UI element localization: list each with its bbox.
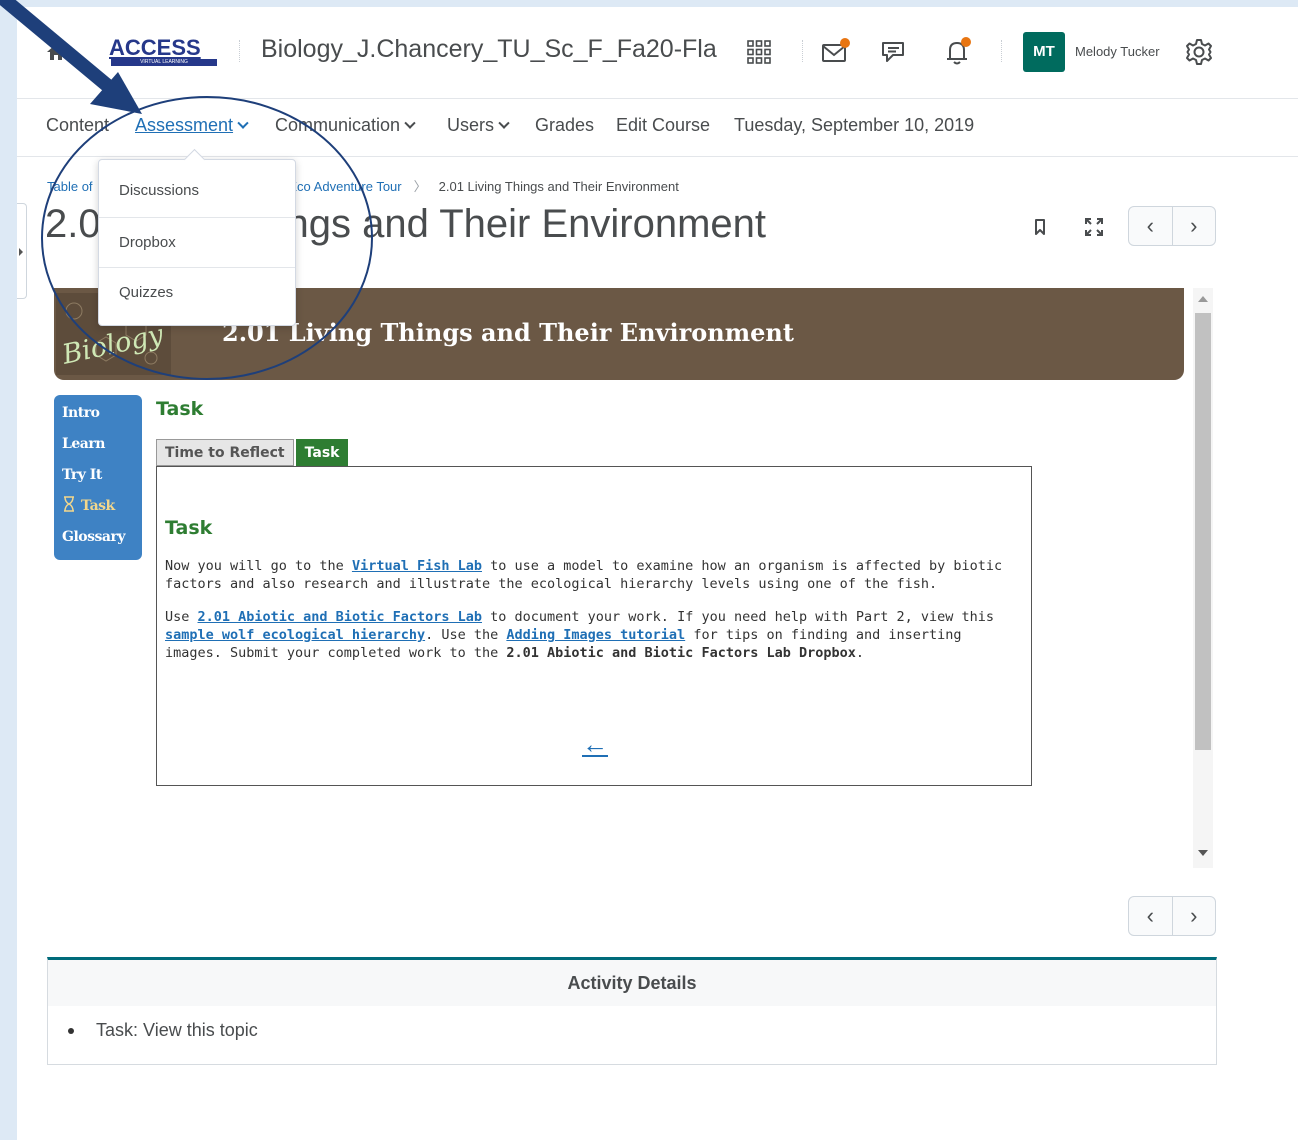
lesson-nav-try-it[interactable]: Try It [54, 463, 142, 494]
lesson-nav-glossary[interactable]: Glossary [54, 525, 142, 556]
text: to document your work. If you need help … [482, 609, 995, 625]
nav-label: Edit Course [616, 115, 711, 135]
gear-icon[interactable] [1184, 37, 1214, 67]
lesson-nav-learn[interactable]: Learn [54, 432, 142, 463]
activity-details-title: Activity Details [48, 960, 1216, 1006]
virtual-fish-lab-link[interactable]: Virtual Fish Lab [352, 558, 482, 574]
dropbox-name: 2.01 Abiotic and Biotic Factors Lab Drop… [506, 645, 856, 661]
menu-item-quizzes[interactable]: Quizzes [99, 267, 295, 317]
nav-label: Grades [535, 115, 595, 135]
task-panel-heading: Task [165, 517, 213, 539]
topic-pager-bottom: ‹ › [1128, 896, 1216, 936]
lesson-nav-task-label: Task [81, 498, 115, 514]
page-title-start: 2.0 [45, 202, 101, 246]
lesson-nav-intro[interactable]: Intro [54, 401, 142, 432]
activity-item-text: Task: View this topic [96, 1020, 258, 1040]
bullet-icon [68, 1028, 74, 1035]
user-name[interactable]: Melody Tucker [1075, 44, 1160, 59]
lesson-nav-task[interactable]: Task [54, 494, 142, 525]
bell-icon[interactable] [942, 37, 972, 67]
top-header: ACCESS VIRTUAL LEARNING Biology_J.Chance… [17, 7, 1298, 99]
text: Now you will go to the [165, 558, 352, 574]
hourglass-icon [64, 496, 74, 512]
nav-grades[interactable]: Grades [535, 115, 594, 136]
topic-pager-top: ‹ › [1128, 206, 1216, 246]
breadcrumb-link-toc[interactable]: Table of [47, 179, 93, 194]
activity-item: Task: View this topic [68, 1020, 258, 1041]
menu-item-discussions[interactable]: Discussions [99, 166, 295, 216]
adding-images-tutorial-link[interactable]: Adding Images tutorial [506, 627, 685, 643]
nav-edit-course[interactable]: Edit Course [616, 115, 710, 136]
divider [802, 40, 803, 62]
nav-date[interactable]: Tuesday, September 10, 2019 [734, 115, 974, 136]
nav-users[interactable]: Users [447, 115, 510, 136]
course-navbar: Content Assessment Communication Users G… [17, 99, 1298, 157]
previous-topic-button[interactable]: ‹ [1129, 897, 1172, 935]
abiotic-biotic-lab-link[interactable]: 2.01 Abiotic and Biotic Factors Lab [198, 609, 482, 625]
scroll-down-arrow-icon[interactable] [1198, 850, 1208, 856]
access-logo[interactable]: ACCESS VIRTUAL LEARNING [109, 35, 219, 66]
bookmark-icon[interactable] [1026, 213, 1054, 241]
avatar[interactable]: MT [1023, 32, 1065, 72]
next-topic-button[interactable]: › [1171, 897, 1216, 935]
tab-task[interactable]: Task [295, 439, 349, 466]
task-tabs: Time to Reflect Task [156, 439, 349, 466]
scroll-thumb[interactable] [1195, 313, 1211, 750]
chevron-down-icon [237, 117, 249, 129]
sidebar-toggle[interactable] [17, 203, 27, 299]
next-topic-button[interactable]: › [1171, 207, 1216, 245]
lesson-banner-title: 2.01 Living Things and Their Environment [222, 318, 794, 347]
nav-assessment[interactable]: Assessment [135, 115, 249, 136]
logo-subtext: VIRTUAL LEARNING [111, 59, 217, 66]
course-title[interactable]: Biology_J.Chancery_TU_Sc_F_Fa20-Fla [261, 35, 717, 64]
home-icon[interactable] [45, 41, 67, 63]
nav-communication[interactable]: Communication [275, 115, 416, 136]
text: . [855, 645, 865, 661]
activity-details: Activity Details Task: View this topic [47, 957, 1217, 1065]
breadcrumb-current: 2.01 Living Things and Their Environment [438, 179, 679, 194]
content-frame: Biology 2.01 Living Things and Their Env… [54, 288, 1214, 868]
chevron-down-icon [498, 117, 510, 129]
breadcrumb-link-tour[interactable]: e Eco Adventure Tour [278, 179, 402, 194]
nav-label: Users [447, 115, 495, 135]
tab-time-to-reflect[interactable]: Time to Reflect [156, 439, 294, 466]
breadcrumb-separator: 〉 [413, 179, 427, 194]
divider [1001, 40, 1002, 62]
nav-label: Assessment [135, 115, 234, 135]
divider [239, 40, 240, 62]
scroll-up-arrow-icon[interactable] [1198, 296, 1208, 302]
chat-icon[interactable] [879, 37, 909, 67]
nav-label: Communication [275, 115, 401, 135]
waffle-icon[interactable] [744, 37, 774, 67]
task-heading: Task [156, 398, 204, 420]
menu-item-dropbox[interactable]: Dropbox [99, 217, 295, 267]
nav-label: Content [46, 115, 110, 135]
assessment-dropdown-menu: Discussions Dropbox Quizzes [98, 159, 296, 326]
nav-label: Tuesday, September 10, 2019 [734, 115, 975, 135]
task-paragraph-1: Now you will go to the Virtual Fish Lab … [165, 557, 1010, 593]
lesson-nav: Intro Learn Try It Task Glossary [54, 395, 142, 560]
page-title-end: ings and Their Environment [277, 202, 767, 246]
back-arrow-link[interactable]: ← [582, 729, 608, 760]
logo-text: ACCESS [109, 35, 201, 60]
wolf-hierarchy-link[interactable]: sample wolf ecological hierarchy [165, 627, 425, 643]
page: ACCESS VIRTUAL LEARNING Biology_J.Chance… [17, 7, 1298, 1140]
fullscreen-icon[interactable] [1080, 213, 1108, 241]
nav-content[interactable]: Content [46, 115, 109, 136]
task-panel: Task Now you will go to the Virtual Fish… [156, 466, 1032, 786]
content-scrollbar[interactable] [1193, 288, 1213, 868]
mail-icon[interactable] [820, 37, 850, 67]
previous-topic-button[interactable]: ‹ [1129, 207, 1172, 245]
text: Use [165, 609, 198, 625]
task-paragraph-2: Use 2.01 Abiotic and Biotic Factors Lab … [165, 608, 1010, 662]
text: . Use the [425, 627, 507, 643]
chevron-down-icon [404, 117, 416, 129]
